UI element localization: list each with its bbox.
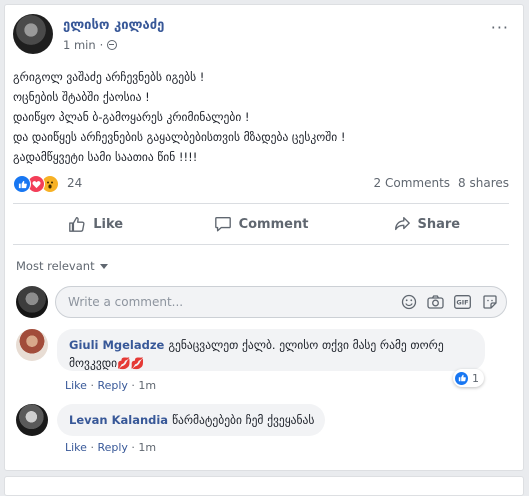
next-post-card	[4, 476, 524, 496]
dot-separator: ·	[99, 38, 104, 52]
dot-separator: ·	[90, 379, 94, 392]
post-line: ოცნების შტაბში ქაოსია !	[13, 90, 150, 104]
reaction-count[interactable]: 24	[67, 176, 82, 190]
comment-like-link[interactable]: Like	[65, 379, 87, 392]
share-button[interactable]: Share	[344, 205, 509, 243]
globe-icon[interactable]	[107, 40, 118, 50]
dot-separator: ·	[90, 441, 94, 454]
post-time[interactable]: 1 min	[63, 38, 96, 52]
comment-input[interactable]: Write a comment... GIF	[55, 286, 507, 318]
divider	[13, 203, 509, 204]
camera-icon[interactable]	[427, 293, 444, 310]
like-label: Like	[93, 216, 124, 232]
comment-bubble-icon	[214, 217, 231, 232]
share-label: Share	[417, 216, 461, 232]
comment-sort-dropdown[interactable]: Most relevant	[16, 259, 108, 273]
dot-separator: ·	[131, 441, 135, 454]
author-name[interactable]: ელისო კილაძე	[63, 18, 164, 33]
comment-item: Giuli Mgeladze გენაცვალეთ ქალბ. ელისო თქვ…	[16, 329, 509, 399]
comment-like-count[interactable]: 1	[453, 369, 484, 387]
like-button[interactable]: Like	[13, 205, 178, 243]
post-actions: Like Comment Share	[13, 205, 509, 243]
post-line: გადამწყვეტი სამი საათია წინ !!!!	[13, 150, 198, 164]
comment-reply-link[interactable]: Reply	[97, 379, 127, 392]
comment-item: Levan Kalandia წარმატებები ჩემ ქვეყანას L…	[16, 404, 509, 454]
sticker-icon[interactable]	[481, 293, 498, 310]
comment-actions: Like · Reply · 1m	[65, 441, 156, 454]
like-reaction-icon	[13, 175, 31, 193]
like-reaction-icon	[455, 371, 468, 385]
comment-time[interactable]: 1m	[138, 379, 156, 392]
shares-count[interactable]: 8 shares	[458, 176, 509, 190]
user-avatar[interactable]	[16, 286, 48, 318]
post-line: დაიწყო პლან ბ-გამოყარეს კრიმინალები !	[13, 110, 250, 124]
commenter-avatar[interactable]	[16, 404, 48, 436]
comment-reply-link[interactable]: Reply	[97, 441, 127, 454]
post-line: გრიგოლ ვაშაძე არჩევნებს იგებს !	[13, 70, 205, 84]
comment-line: Giuli Mgeladze გენაცვალეთ ქალბ. ელისო თქვ…	[69, 336, 473, 354]
svg-text:GIF: GIF	[456, 298, 468, 306]
comment-text: მოვკვდი	[69, 356, 118, 370]
sort-label: Most relevant	[16, 259, 95, 273]
thumbs-up-icon	[69, 217, 85, 232]
comment-bubble: Giuli Mgeladze გენაცვალეთ ქალბ. ელისო თქვ…	[57, 329, 485, 371]
comment-placeholder: Write a comment...	[68, 295, 184, 309]
comment-button[interactable]: Comment	[178, 205, 343, 243]
reactions-row: 24 2 Comments 8 shares	[13, 173, 509, 193]
comment-bubble: Levan Kalandia წარმატებები ჩემ ქვეყანას	[57, 404, 325, 436]
comment-composer: Write a comment... GIF	[16, 286, 509, 320]
comment-like-link[interactable]: Like	[65, 441, 87, 454]
comment-text: გენაცვალეთ ქალბ. ელისო თქვი მასე რამე თო…	[168, 338, 444, 352]
commenter-name[interactable]: Giuli Mgeladze	[69, 338, 164, 352]
comment-actions: Like · Reply · 1m	[65, 379, 156, 392]
engagement-counts: 2 Comments 8 shares	[374, 176, 509, 190]
comments-count[interactable]: 2 Comments	[374, 176, 451, 190]
comment-line: მოვკვდი💋💋	[69, 354, 473, 373]
caret-down-icon	[99, 263, 108, 269]
dot-separator: ·	[131, 379, 135, 392]
post-body: გრიგოლ ვაშაძე არჩევნებს იგებს ! ოცნების …	[13, 67, 509, 167]
comment-text: წარმატებები ჩემ ქვეყანას	[172, 413, 315, 427]
comment-label: Comment	[238, 216, 309, 232]
divider	[13, 244, 509, 245]
emoji-icon[interactable]	[400, 293, 417, 310]
more-options-icon[interactable]: ···	[491, 18, 509, 37]
kiss-emoji: 💋💋	[117, 357, 145, 370]
post-line: და დაიწყეს არჩევნების გაყალბებისთვის მზა…	[13, 130, 346, 144]
post-meta: 1 min ·	[63, 38, 118, 52]
composer-icons: GIF	[400, 293, 498, 310]
gif-icon[interactable]: GIF	[454, 293, 471, 310]
comment-time[interactable]: 1m	[138, 441, 156, 454]
reaction-icons[interactable]	[13, 175, 59, 193]
commenter-avatar[interactable]	[16, 329, 48, 361]
share-arrow-icon	[394, 217, 410, 231]
comment-line: Levan Kalandia წარმატებები ჩემ ქვეყანას	[69, 411, 315, 429]
post-header: ელისო კილაძე 1 min · ···	[13, 14, 509, 54]
commenter-name[interactable]: Levan Kalandia	[69, 413, 168, 427]
author-avatar[interactable]	[13, 14, 53, 54]
like-count: 1	[472, 371, 479, 385]
